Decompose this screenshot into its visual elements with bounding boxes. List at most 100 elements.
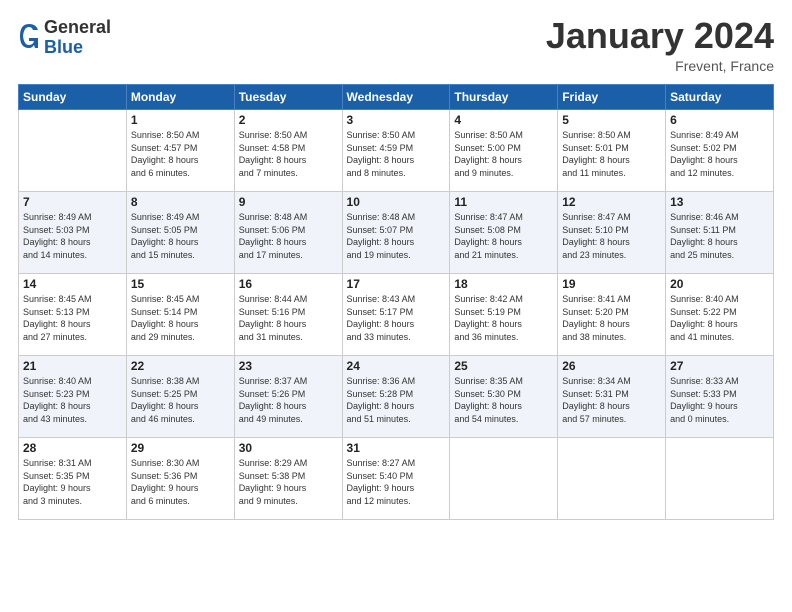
day-number: 29 — [131, 441, 230, 455]
cell-info: Sunrise: 8:50 AM Sunset: 4:57 PM Dayligh… — [131, 129, 230, 179]
sunrise-text: Sunrise: 8:48 AM — [239, 211, 338, 224]
sunset-text: Sunset: 5:22 PM — [670, 306, 769, 319]
sunset-text: Sunset: 5:01 PM — [562, 142, 661, 155]
daylight-text: Daylight: 8 hours — [347, 236, 446, 249]
cell-info: Sunrise: 8:27 AM Sunset: 5:40 PM Dayligh… — [347, 457, 446, 507]
sunset-text: Sunset: 5:07 PM — [347, 224, 446, 237]
sunset-text: Sunset: 5:05 PM — [131, 224, 230, 237]
col-thursday: Thursday — [450, 85, 558, 110]
daylight-text: Daylight: 8 hours — [670, 154, 769, 167]
cell-info: Sunrise: 8:43 AM Sunset: 5:17 PM Dayligh… — [347, 293, 446, 343]
daylight-text: Daylight: 8 hours — [454, 154, 553, 167]
sunset-text: Sunset: 5:23 PM — [23, 388, 122, 401]
month-title: January 2024 — [546, 18, 774, 54]
sunset-text: Sunset: 5:35 PM — [23, 470, 122, 483]
daylight-text: Daylight: 9 hours — [347, 482, 446, 495]
daylight-text: Daylight: 8 hours — [562, 154, 661, 167]
cell-info: Sunrise: 8:50 AM Sunset: 5:00 PM Dayligh… — [454, 129, 553, 179]
sunset-text: Sunset: 5:08 PM — [454, 224, 553, 237]
logo-text: General Blue — [44, 18, 111, 58]
cell-info: Sunrise: 8:45 AM Sunset: 5:14 PM Dayligh… — [131, 293, 230, 343]
day-number: 23 — [239, 359, 338, 373]
table-row: 9 Sunrise: 8:48 AM Sunset: 5:06 PM Dayli… — [234, 192, 342, 274]
cell-info: Sunrise: 8:30 AM Sunset: 5:36 PM Dayligh… — [131, 457, 230, 507]
daylight-text2: and 17 minutes. — [239, 249, 338, 262]
cell-info: Sunrise: 8:36 AM Sunset: 5:28 PM Dayligh… — [347, 375, 446, 425]
table-row: 15 Sunrise: 8:45 AM Sunset: 5:14 PM Dayl… — [126, 274, 234, 356]
table-row: 23 Sunrise: 8:37 AM Sunset: 5:26 PM Dayl… — [234, 356, 342, 438]
table-row: 17 Sunrise: 8:43 AM Sunset: 5:17 PM Dayl… — [342, 274, 450, 356]
sunset-text: Sunset: 5:14 PM — [131, 306, 230, 319]
table-row — [666, 438, 774, 520]
daylight-text2: and 9 minutes. — [239, 495, 338, 508]
daylight-text: Daylight: 8 hours — [23, 236, 122, 249]
day-number: 15 — [131, 277, 230, 291]
day-number: 22 — [131, 359, 230, 373]
daylight-text2: and 54 minutes. — [454, 413, 553, 426]
cell-info: Sunrise: 8:50 AM Sunset: 4:58 PM Dayligh… — [239, 129, 338, 179]
table-row: 7 Sunrise: 8:49 AM Sunset: 5:03 PM Dayli… — [19, 192, 127, 274]
table-row: 20 Sunrise: 8:40 AM Sunset: 5:22 PM Dayl… — [666, 274, 774, 356]
cell-info: Sunrise: 8:35 AM Sunset: 5:30 PM Dayligh… — [454, 375, 553, 425]
daylight-text2: and 15 minutes. — [131, 249, 230, 262]
sunrise-text: Sunrise: 8:48 AM — [347, 211, 446, 224]
sunset-text: Sunset: 5:38 PM — [239, 470, 338, 483]
sunset-text: Sunset: 5:20 PM — [562, 306, 661, 319]
title-block: January 2024 Frevent, France — [546, 18, 774, 74]
day-number: 27 — [670, 359, 769, 373]
table-row: 10 Sunrise: 8:48 AM Sunset: 5:07 PM Dayl… — [342, 192, 450, 274]
day-number: 5 — [562, 113, 661, 127]
table-row: 29 Sunrise: 8:30 AM Sunset: 5:36 PM Dayl… — [126, 438, 234, 520]
daylight-text: Daylight: 8 hours — [239, 236, 338, 249]
sunset-text: Sunset: 5:16 PM — [239, 306, 338, 319]
sunset-text: Sunset: 5:26 PM — [239, 388, 338, 401]
daylight-text: Daylight: 8 hours — [670, 318, 769, 331]
cell-info: Sunrise: 8:44 AM Sunset: 5:16 PM Dayligh… — [239, 293, 338, 343]
table-row: 18 Sunrise: 8:42 AM Sunset: 5:19 PM Dayl… — [450, 274, 558, 356]
sunset-text: Sunset: 5:10 PM — [562, 224, 661, 237]
sunrise-text: Sunrise: 8:50 AM — [454, 129, 553, 142]
sunset-text: Sunset: 5:03 PM — [23, 224, 122, 237]
daylight-text: Daylight: 8 hours — [131, 400, 230, 413]
daylight-text: Daylight: 8 hours — [562, 400, 661, 413]
day-number: 3 — [347, 113, 446, 127]
logo-blue-text: Blue — [44, 38, 111, 58]
sunset-text: Sunset: 5:06 PM — [239, 224, 338, 237]
sunrise-text: Sunrise: 8:29 AM — [239, 457, 338, 470]
daylight-text: Daylight: 8 hours — [347, 318, 446, 331]
calendar-week-row: 28 Sunrise: 8:31 AM Sunset: 5:35 PM Dayl… — [19, 438, 774, 520]
daylight-text: Daylight: 8 hours — [239, 154, 338, 167]
sunrise-text: Sunrise: 8:46 AM — [670, 211, 769, 224]
sunset-text: Sunset: 5:19 PM — [454, 306, 553, 319]
day-number: 24 — [347, 359, 446, 373]
daylight-text2: and 27 minutes. — [23, 331, 122, 344]
day-number: 26 — [562, 359, 661, 373]
day-number: 28 — [23, 441, 122, 455]
sunrise-text: Sunrise: 8:34 AM — [562, 375, 661, 388]
daylight-text: Daylight: 8 hours — [239, 400, 338, 413]
sunrise-text: Sunrise: 8:41 AM — [562, 293, 661, 306]
cell-info: Sunrise: 8:50 AM Sunset: 4:59 PM Dayligh… — [347, 129, 446, 179]
daylight-text2: and 57 minutes. — [562, 413, 661, 426]
sunset-text: Sunset: 5:31 PM — [562, 388, 661, 401]
day-number: 10 — [347, 195, 446, 209]
sunrise-text: Sunrise: 8:45 AM — [23, 293, 122, 306]
sunrise-text: Sunrise: 8:49 AM — [23, 211, 122, 224]
daylight-text2: and 43 minutes. — [23, 413, 122, 426]
daylight-text2: and 25 minutes. — [670, 249, 769, 262]
daylight-text2: and 33 minutes. — [347, 331, 446, 344]
sunset-text: Sunset: 5:40 PM — [347, 470, 446, 483]
daylight-text2: and 23 minutes. — [562, 249, 661, 262]
cell-info: Sunrise: 8:33 AM Sunset: 5:33 PM Dayligh… — [670, 375, 769, 425]
daylight-text2: and 31 minutes. — [239, 331, 338, 344]
daylight-text: Daylight: 8 hours — [347, 154, 446, 167]
sunrise-text: Sunrise: 8:35 AM — [454, 375, 553, 388]
day-number: 8 — [131, 195, 230, 209]
cell-info: Sunrise: 8:41 AM Sunset: 5:20 PM Dayligh… — [562, 293, 661, 343]
sunrise-text: Sunrise: 8:30 AM — [131, 457, 230, 470]
sunrise-text: Sunrise: 8:36 AM — [347, 375, 446, 388]
sunset-text: Sunset: 5:36 PM — [131, 470, 230, 483]
table-row: 16 Sunrise: 8:44 AM Sunset: 5:16 PM Dayl… — [234, 274, 342, 356]
table-row — [19, 110, 127, 192]
daylight-text: Daylight: 8 hours — [670, 236, 769, 249]
